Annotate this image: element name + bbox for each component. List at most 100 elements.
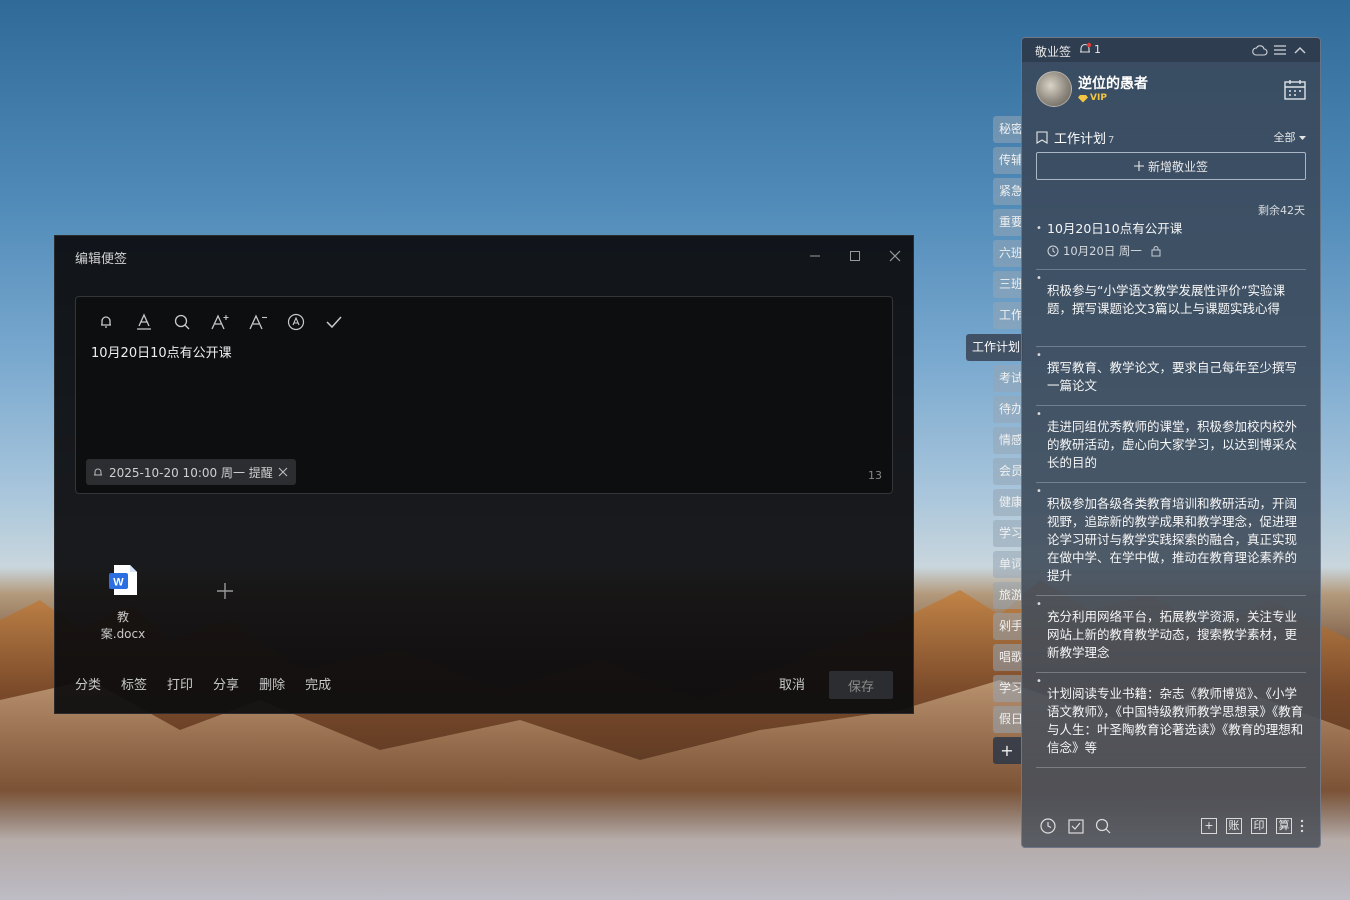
tab-secret[interactable]: 秘密 <box>993 116 1023 143</box>
tool-calc-icon: 算 <box>1276 818 1292 834</box>
tab-class-three[interactable]: 三班 <box>993 271 1023 298</box>
mark-done-button[interactable] <box>322 311 346 333</box>
avatar[interactable] <box>1036 71 1072 107</box>
sticky-note-widget: 敬业签 1 逆位的愚者 VIP 工作计划7 全部 新增敬业签 剩余42天 10月… <box>1021 37 1321 848</box>
category-action[interactable]: 分类 <box>75 674 101 693</box>
tab-study[interactable]: 学习 <box>993 520 1023 547</box>
tool-account-icon: 账 <box>1226 818 1242 834</box>
svg-text:W: W <box>113 577 124 589</box>
complete-action[interactable]: 完成 <box>305 674 331 693</box>
font-increase-button[interactable] <box>208 311 232 333</box>
app-name: 敬业签 <box>1035 45 1072 59</box>
save-button[interactable]: 保存 <box>829 671 893 699</box>
font-color-button[interactable] <box>132 311 156 333</box>
minimize-icon <box>810 255 820 257</box>
search-icon <box>174 314 190 330</box>
vip-badge: VIP <box>1078 93 1107 103</box>
cloud-sync-button[interactable] <box>1252 43 1268 57</box>
more-vertical-icon <box>1300 819 1304 833</box>
tab-singing[interactable]: 唱歌 <box>993 644 1023 671</box>
font-decrease-icon <box>249 314 267 330</box>
tab-member[interactable]: 会员 <box>993 458 1023 485</box>
tab-class-six[interactable]: 六班 <box>993 240 1023 267</box>
list-item[interactable]: 撰写教育、教学论文，要求自己每年至少撰写一篇论文 <box>1036 347 1306 406</box>
tool-add-button[interactable]: + <box>1200 817 1218 835</box>
format-clear-button[interactable] <box>284 311 308 333</box>
editor-titlebar: 编辑便签 <box>55 236 913 276</box>
note-text: 积极参加各级各类教育培训和教研活动，开阔视野，追踪新的教学成果和教学理念，促进理… <box>1047 496 1298 583</box>
list-item[interactable]: 走进同组优秀教师的课堂，积极参加校内校外的教研活动，虚心向大家学习，以达到博采众… <box>1036 406 1306 483</box>
list-item[interactable]: 积极参加各级各类教育培训和教研活动，开阔视野，追踪新的教学成果和教学理念，促进理… <box>1036 483 1306 596</box>
list-item[interactable]: 充分利用网络平台，拓展教学资源，关注专业网站上新的教育教学动态，搜索教学素材，更… <box>1036 596 1306 673</box>
note-text[interactable]: 10月20日10点有公开课 <box>91 342 232 361</box>
notification-bell-icon[interactable] <box>1078 42 1092 56</box>
tool-calc-button[interactable]: 算 <box>1275 817 1293 835</box>
tab-emotion[interactable]: 情感 <box>993 427 1023 454</box>
cancel-button[interactable]: 取消 <box>779 674 805 693</box>
add-category-button[interactable]: + <box>993 737 1021 764</box>
print-action[interactable]: 打印 <box>167 674 193 693</box>
calendar-button[interactable] <box>1283 78 1307 102</box>
search-button[interactable] <box>1094 817 1112 835</box>
remaining-days: 剩余42天 <box>1258 204 1305 217</box>
tab-travel[interactable]: 旅游 <box>993 582 1023 609</box>
category-count: 7 <box>1108 135 1115 146</box>
list-item[interactable]: 积极参与“小学语文教学发展性评价”实验课题，撰写课题论文3篇以上与课题实践心得 <box>1036 270 1306 347</box>
word-doc-icon: W <box>109 565 137 595</box>
font-decrease-button[interactable] <box>246 311 270 333</box>
edit-note-window: 编辑便签 10月20日10点有公开课 2025-10-20 10:00 周一 提… <box>54 235 914 714</box>
delete-action[interactable]: 删除 <box>259 674 285 693</box>
calendar-icon <box>1284 80 1306 100</box>
bell-icon <box>94 468 102 476</box>
reminder-chip[interactable]: 2025-10-20 10:00 周一 提醒 <box>86 459 296 485</box>
maximize-button[interactable] <box>843 244 867 268</box>
tab-words[interactable]: 单词 <box>993 551 1023 578</box>
font-color-icon <box>137 313 151 330</box>
diamond-icon <box>1078 94 1088 102</box>
check-icon <box>326 316 342 329</box>
search-button[interactable] <box>170 311 194 333</box>
close-button[interactable] <box>883 244 907 268</box>
tool-print-button[interactable]: 印 <box>1250 817 1268 835</box>
todo-button[interactable] <box>1067 817 1085 835</box>
tab-urgent[interactable]: 紧急 <box>993 178 1023 205</box>
list-item[interactable]: 10月20日10点有公开课 10月20日 周一 <box>1036 220 1306 270</box>
add-note-label: 新增敬业签 <box>1147 159 1208 174</box>
tool-account-button[interactable]: 账 <box>1225 817 1243 835</box>
list-item[interactable]: 计划阅读专业书籍：杂志《教师博览》、《小学语文教师》，《中国特级教师教学思想录》… <box>1036 673 1306 768</box>
tab-work-plan[interactable]: 工作计划 <box>966 334 1023 361</box>
tag-action[interactable]: 标签 <box>121 674 147 693</box>
history-button[interactable] <box>1039 817 1057 835</box>
filter-dropdown[interactable]: 全部 <box>1274 129 1306 145</box>
tab-shopping[interactable]: 剁手 <box>993 613 1023 640</box>
note-text: 计划阅读专业书籍：杂志《教师博览》、《小学语文教师》，《中国特级教师教学思想录》… <box>1047 686 1304 755</box>
tab-todo[interactable]: 待办 <box>993 396 1023 423</box>
add-note-button[interactable]: 新增敬业签 <box>1036 152 1306 180</box>
share-action[interactable]: 分享 <box>213 674 239 693</box>
collapse-button[interactable] <box>1292 43 1308 57</box>
note-edit-area[interactable]: 10月20日10点有公开课 2025-10-20 10:00 周一 提醒 13 <box>75 296 893 494</box>
tab-study-2[interactable]: 学习 <box>993 675 1023 702</box>
attachment-docx[interactable]: W 教案.docx <box>95 564 151 642</box>
cloud-icon <box>1252 45 1268 56</box>
remove-reminder-icon[interactable] <box>278 467 288 477</box>
reminder-chip-text: 2025-10-20 10:00 周一 提醒 <box>109 465 273 480</box>
font-increase-icon <box>211 314 229 330</box>
more-button[interactable] <box>1298 817 1306 835</box>
reminder-button[interactable] <box>94 311 118 333</box>
note-list: 10月20日10点有公开课 10月20日 周一 积极参与“小学语文教学发展性评价… <box>1036 220 1306 768</box>
category-title: 工作计划 7 <box>1054 128 1114 147</box>
tab-health[interactable]: 健康 <box>993 489 1023 516</box>
tab-holiday[interactable]: 假日 <box>993 706 1023 733</box>
notification-count: 1 <box>1094 43 1101 56</box>
minimize-button[interactable] <box>803 244 827 268</box>
tab-category[interactable]: 传辅 <box>993 147 1023 174</box>
add-attachment-button[interactable] <box>213 579 237 603</box>
tab-work[interactable]: 工作 <box>993 302 1023 329</box>
note-date: 10月20日 周一 <box>1047 242 1306 260</box>
search-icon <box>1095 818 1111 834</box>
tab-important[interactable]: 重要 <box>993 209 1023 236</box>
menu-button[interactable] <box>1272 43 1288 57</box>
tab-exam[interactable]: 考试 <box>993 365 1023 392</box>
text-format-icon <box>287 313 305 331</box>
